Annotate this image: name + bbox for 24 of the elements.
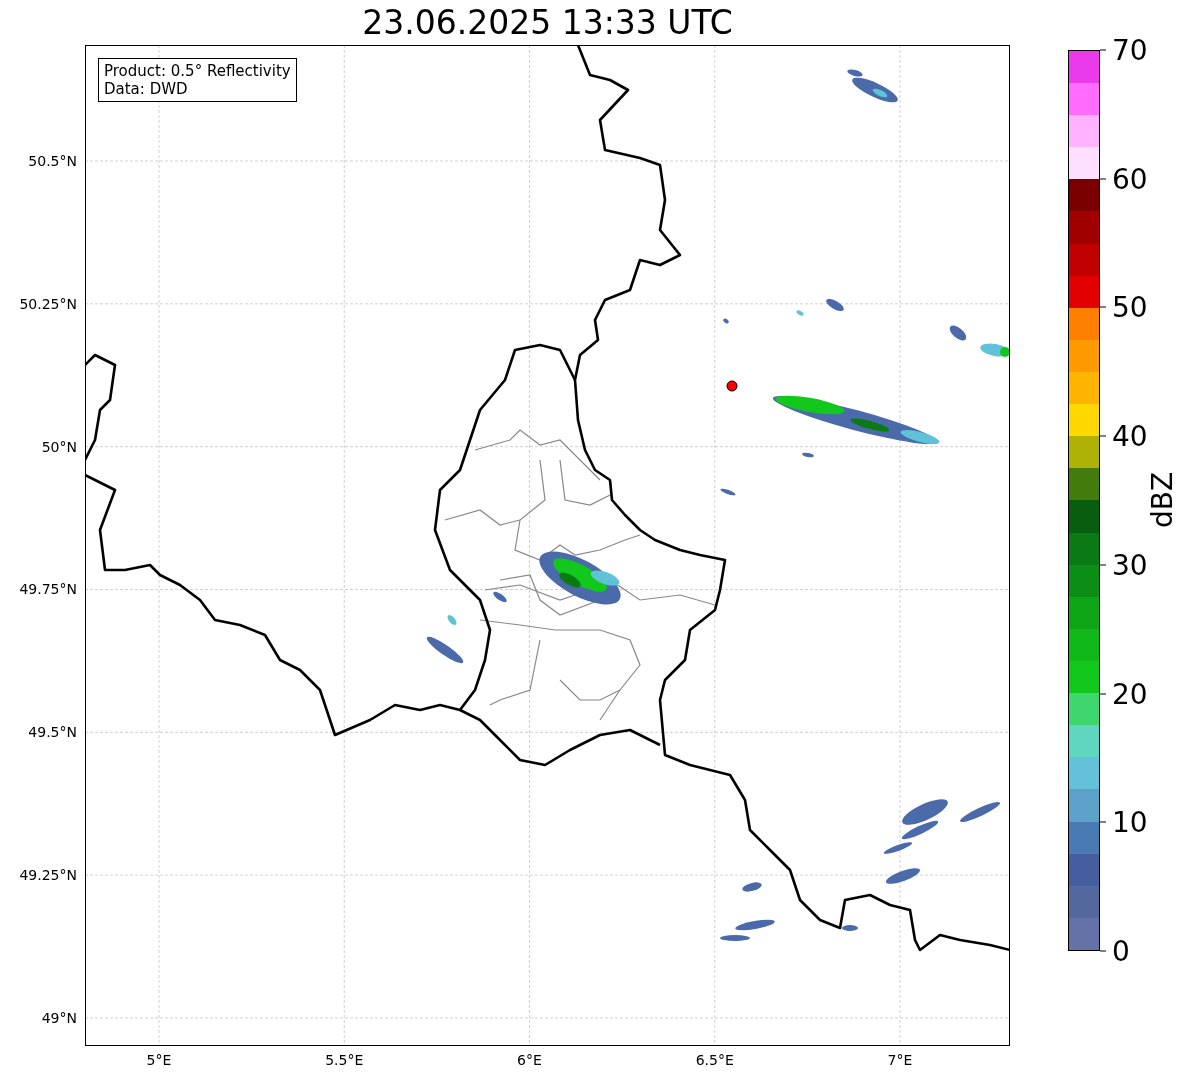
axis-tick-label: 6°E bbox=[517, 1052, 542, 1068]
colorbar-tick-label: 30 bbox=[1100, 548, 1148, 582]
axis-tick-label: 49°N bbox=[41, 1009, 77, 1026]
colorbar-tick-label: 50 bbox=[1100, 290, 1148, 324]
colorbar-tick-label: 60 bbox=[1100, 162, 1148, 196]
axis-tick-label: 49.5°N bbox=[28, 724, 77, 741]
colorbar-tick-label: 10 bbox=[1100, 805, 1148, 839]
axis-tick-label: 5.5°E bbox=[325, 1052, 364, 1068]
axis-tick-label: 50.25°N bbox=[19, 295, 77, 312]
axis-tick-label: 5°E bbox=[146, 1052, 172, 1068]
axis-tick-label: 7°E bbox=[887, 1052, 913, 1068]
axis-tick-label: 50°N bbox=[41, 438, 77, 455]
colorbar-label: dBZ bbox=[1145, 471, 1179, 529]
colorbar-tick-label: 70 bbox=[1100, 33, 1148, 67]
axis-tick-label: 50.5°N bbox=[28, 153, 77, 169]
chart-title: 23.06.2025 13:33 UTC bbox=[362, 3, 733, 43]
info-text: Data: DWD bbox=[104, 80, 189, 98]
axis-tick-label: 49.75°N bbox=[19, 581, 77, 598]
colorbar-tick-label: 0 bbox=[1100, 934, 1130, 968]
colorbar-tick-label: 20 bbox=[1100, 677, 1148, 711]
info-text: Product: 0.5° Reflectivity bbox=[104, 62, 291, 80]
axis-tick-label: 6.5°E bbox=[695, 1052, 734, 1068]
colorbar-tick-label: 40 bbox=[1100, 419, 1148, 453]
axis-tick-label: 49.25°N bbox=[19, 867, 77, 884]
